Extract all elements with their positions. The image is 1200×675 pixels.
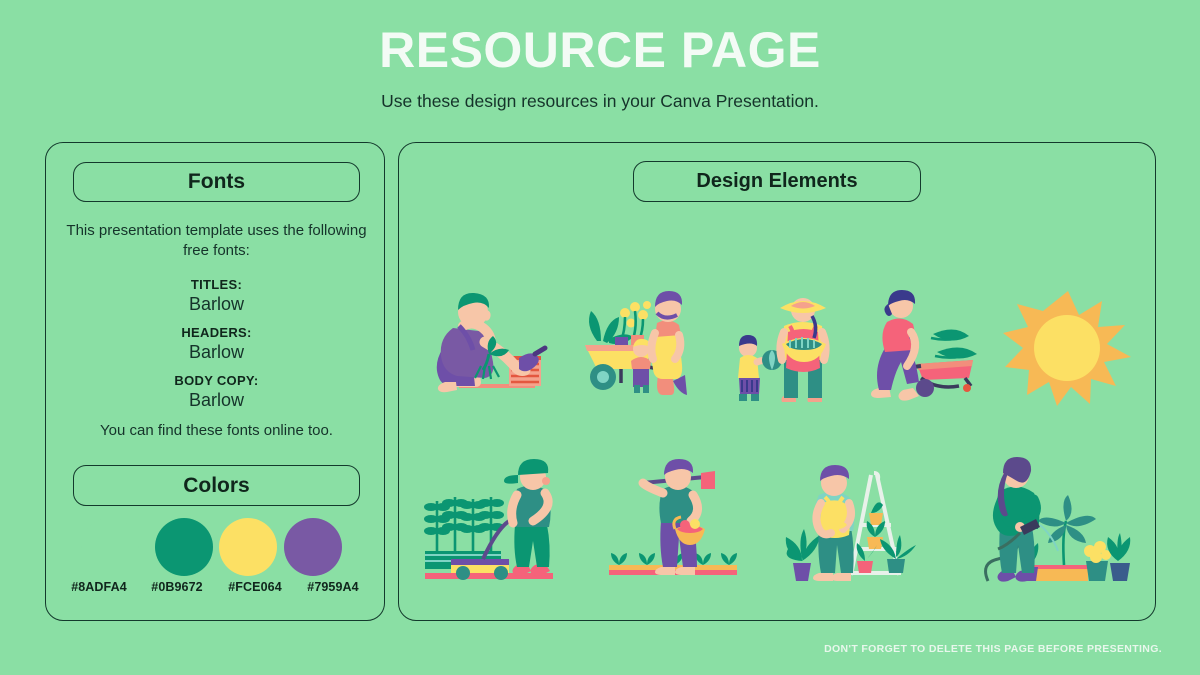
font-role-label: BODY COPY: xyxy=(174,373,259,388)
fonts-section-header: Fonts xyxy=(73,162,360,202)
design-elements-header: Design Elements xyxy=(633,161,921,202)
design-elements-title: Design Elements xyxy=(696,170,858,192)
fonts-outro-text: You can find these fonts online too. xyxy=(100,422,333,439)
person-mowing-lawn-icon xyxy=(424,459,553,580)
fonts-intro-text: This presentation template uses the foll… xyxy=(66,222,367,260)
color-hex-label: #7959A4 xyxy=(307,580,359,594)
font-family-name: Barlow xyxy=(188,389,245,410)
design-elements-panel: Design Elements xyxy=(398,142,1156,621)
fonts-and-colors-panel: Fonts This presentation template uses th… xyxy=(45,142,385,621)
colors-section-header: Colors xyxy=(73,465,360,506)
color-hex-label: #FCE064 xyxy=(228,580,282,594)
page-subtitle: Use these design resources in your Canva… xyxy=(381,91,819,111)
font-group-titles: TITLES: Barlow xyxy=(64,277,369,315)
font-family-name: Barlow xyxy=(188,341,245,362)
color-hex-label: #8ADFA4 xyxy=(71,580,127,594)
color-swatch xyxy=(81,518,139,576)
color-hex-label: #0B9672 xyxy=(151,580,203,594)
colors-section-title: Colors xyxy=(183,473,250,497)
illustration-row xyxy=(423,425,1133,585)
font-family-name: Barlow xyxy=(188,293,245,314)
kneeling-gardener-planting-icon xyxy=(436,292,548,393)
font-role-label: HEADERS: xyxy=(181,325,252,340)
farmer-with-hoe-icon xyxy=(609,459,737,575)
sun-icon xyxy=(1003,291,1131,406)
illustration-grid xyxy=(423,239,1133,589)
font-group-headers: HEADERS: Barlow xyxy=(64,325,369,363)
gardener-with-wheelbarrow-icon xyxy=(584,291,687,395)
font-role-label: TITLES: xyxy=(190,277,243,292)
adult-with-basket-and-child-icon xyxy=(738,298,830,402)
page-title: RESOURCE PAGE xyxy=(379,22,821,78)
font-group-body-copy: BODY COPY: Barlow xyxy=(64,373,369,411)
delete-page-reminder: DON'T FORGET TO DELETE THIS PAGE BEFORE … xyxy=(824,643,1162,655)
color-swatch xyxy=(155,518,213,576)
illustration-row xyxy=(423,247,1133,407)
color-swatch xyxy=(219,518,277,576)
person-with-plant-ladder-icon xyxy=(785,465,916,581)
color-swatch xyxy=(284,518,342,576)
color-hex-labels: #8ADFA4 #0B9672 #FCE064 #7959A4 xyxy=(60,580,372,594)
fonts-section-title: Fonts xyxy=(187,170,246,193)
person-watering-plants-icon xyxy=(984,457,1131,582)
color-swatch-row xyxy=(73,518,360,576)
person-pushing-wheelbarrow-icon xyxy=(870,290,977,401)
